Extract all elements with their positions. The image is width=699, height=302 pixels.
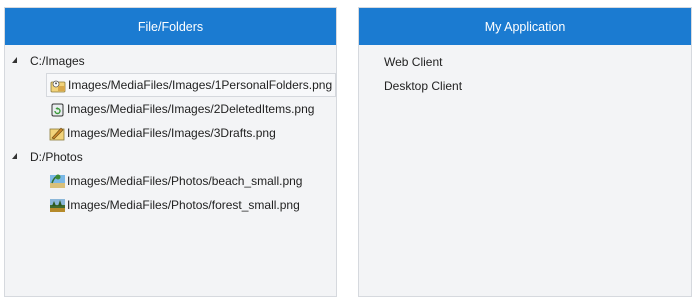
tree-node-label: D:/Photos [30,150,83,164]
file-folders-title: File/Folders [137,19,204,34]
tree-item-drafts[interactable]: Images/MediaFiles/Images/3Drafts.png [46,121,336,145]
list-item-web-client[interactable]: Web Client [359,50,691,74]
tree-item-label: Images/MediaFiles/Photos/forest_small.pn… [67,198,300,212]
file-tree: C:/Images Images/MediaFiles/Images/1Pers… [5,45,336,217]
tree-item-personal-folders[interactable]: Images/MediaFiles/Images/1PersonalFolder… [46,73,336,97]
list-item-desktop-client[interactable]: Desktop Client [359,74,691,98]
tree-item-deleted-items[interactable]: Images/MediaFiles/Images/2DeletedItems.p… [46,97,336,121]
tree-item-label: Images/MediaFiles/Images/3Drafts.png [67,126,276,140]
tree-node-c-images[interactable]: C:/Images [5,49,336,73]
tree-item-label: Images/MediaFiles/Images/1PersonalFolder… [68,78,333,92]
tree-node-d-photos[interactable]: D:/Photos [5,145,336,169]
personal-folders-icon [50,80,66,92]
tree-item-label: Images/MediaFiles/Photos/beach_small.png [67,174,303,188]
file-folders-header: File/Folders [5,8,336,45]
drafts-icon [49,127,65,140]
deleted-items-icon [51,103,64,116]
forest-photo-icon [50,198,65,212]
my-application-panel: My Application Web Client Desktop Client [358,7,692,297]
tree-item-forest[interactable]: Images/MediaFiles/Photos/forest_small.pn… [46,193,336,217]
application-list: Web Client Desktop Client [359,45,691,98]
expand-arrow-icon[interactable] [12,153,17,159]
expand-arrow-icon[interactable] [12,57,17,63]
my-application-header: My Application [359,8,691,45]
tree-node-label: C:/Images [30,54,85,68]
tree-item-beach[interactable]: Images/MediaFiles/Photos/beach_small.png [46,169,336,193]
beach-photo-icon [50,174,65,188]
tree-item-label: Images/MediaFiles/Images/2DeletedItems.p… [67,102,315,116]
file-folders-panel: File/Folders C:/Images Images/MediaFiles… [4,7,337,297]
my-application-title: My Application [484,19,566,34]
